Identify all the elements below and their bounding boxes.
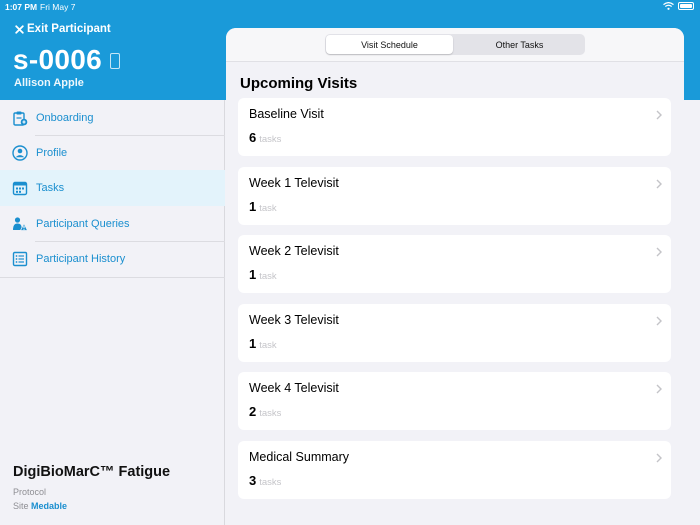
count-unit: tasks bbox=[259, 134, 282, 145]
sidebar: Onboarding Profile Tasks Participant Que… bbox=[0, 100, 225, 525]
count-value: 1 bbox=[249, 267, 257, 282]
calendar-icon bbox=[12, 180, 28, 196]
section-title: Upcoming Visits bbox=[240, 75, 358, 92]
visit-name: Week 1 Televisit bbox=[249, 176, 339, 190]
visit-card-week-3-televisit[interactable]: Week 3 Televisit 1 task bbox=[238, 304, 671, 362]
chevron-right-icon bbox=[656, 453, 662, 463]
person-alert-icon bbox=[12, 216, 28, 232]
status-icons bbox=[663, 2, 694, 10]
chevron-right-icon bbox=[656, 247, 662, 257]
count-value: 3 bbox=[249, 473, 257, 488]
count-unit: task bbox=[259, 203, 277, 214]
participant-name: Allison Apple bbox=[14, 77, 84, 89]
count-unit: tasks bbox=[259, 477, 282, 488]
top-bar: Visit Schedule Other Tasks bbox=[226, 28, 684, 62]
close-icon bbox=[15, 24, 24, 34]
count-value: 1 bbox=[249, 199, 257, 214]
sidebar-item-label: Profile bbox=[36, 146, 68, 159]
sidebar-item-label: Onboarding bbox=[36, 111, 94, 124]
visit-task-count: 6 tasks bbox=[249, 130, 281, 145]
main-panel: Visit Schedule Other Tasks Upcoming Visi… bbox=[226, 28, 684, 525]
sidebar-item-participant-queries[interactable]: Participant Queries bbox=[0, 206, 225, 241]
visit-card-week-1-televisit[interactable]: Week 1 Televisit 1 task bbox=[238, 167, 671, 225]
chevron-right-icon bbox=[656, 179, 662, 189]
chevron-right-icon bbox=[656, 384, 662, 394]
count-value: 2 bbox=[249, 404, 257, 419]
clipboard-plus-icon bbox=[12, 110, 28, 126]
visit-task-count: 1 task bbox=[249, 336, 277, 351]
site-line: Site Medable bbox=[13, 501, 67, 511]
count-unit: task bbox=[259, 340, 277, 351]
site-label: Site bbox=[13, 501, 29, 511]
person-circle-icon bbox=[12, 144, 28, 161]
visit-name: Medical Summary bbox=[249, 450, 350, 464]
sidebar-item-tasks[interactable]: Tasks bbox=[0, 170, 225, 206]
segmented-control: Visit Schedule Other Tasks bbox=[325, 34, 585, 55]
protocol-label: Protocol bbox=[13, 487, 47, 497]
count-value: 1 bbox=[249, 336, 257, 351]
sidebar-item-onboarding[interactable]: Onboarding bbox=[0, 100, 225, 135]
chevron-right-icon bbox=[656, 110, 662, 120]
visit-name: Week 4 Televisit bbox=[249, 381, 339, 395]
visit-task-count: 1 task bbox=[249, 267, 277, 282]
device-icon bbox=[110, 53, 120, 69]
sidebar-item-label: Participant Queries bbox=[36, 217, 130, 230]
tab-other-tasks[interactable]: Other Tasks bbox=[455, 35, 584, 54]
visit-card-baseline-visit[interactable]: Baseline Visit 6 tasks bbox=[238, 98, 671, 156]
visit-card-medical-summary[interactable]: Medical Summary 3 tasks bbox=[238, 441, 671, 499]
visit-name: Week 2 Televisit bbox=[249, 244, 339, 258]
visit-name: Baseline Visit bbox=[249, 107, 324, 121]
wifi-icon bbox=[663, 2, 674, 10]
count-unit: tasks bbox=[259, 408, 282, 419]
study-name: DigiBioMarC™ Fatigue bbox=[13, 464, 171, 480]
sidebar-item-profile[interactable]: Profile bbox=[0, 135, 225, 170]
visit-task-count: 2 tasks bbox=[249, 404, 281, 419]
sidebar-item-label: Tasks bbox=[36, 182, 65, 194]
site-value: Medable bbox=[31, 501, 68, 511]
visit-card-week-2-televisit[interactable]: Week 2 Televisit 1 task bbox=[238, 235, 671, 293]
participant-id: s-0006 bbox=[13, 44, 120, 76]
tab-visit-schedule[interactable]: Visit Schedule bbox=[326, 35, 453, 54]
status-bar: 1:07 PM Fri May 7 bbox=[0, 0, 700, 14]
visit-name: Week 3 Televisit bbox=[249, 313, 339, 327]
battery-icon bbox=[678, 2, 694, 10]
count-value: 6 bbox=[249, 130, 257, 145]
visit-card-week-4-televisit[interactable]: Week 4 Televisit 2 tasks bbox=[238, 372, 671, 430]
sidebar-item-participant-history[interactable]: Participant History bbox=[0, 241, 225, 276]
count-unit: task bbox=[259, 271, 277, 282]
visit-task-count: 3 tasks bbox=[249, 473, 281, 488]
participant-id-text: s-0006 bbox=[13, 44, 102, 75]
status-date: Fri May 7 bbox=[40, 2, 76, 12]
chevron-right-icon bbox=[656, 316, 662, 326]
sidebar-item-label: Participant History bbox=[36, 252, 126, 265]
list-icon bbox=[12, 251, 28, 267]
visit-task-count: 1 task bbox=[249, 199, 277, 214]
exit-participant-label: Exit Participant bbox=[27, 23, 111, 35]
status-time: 1:07 PM bbox=[5, 2, 38, 12]
exit-participant-button[interactable]: Exit Participant bbox=[15, 23, 111, 35]
